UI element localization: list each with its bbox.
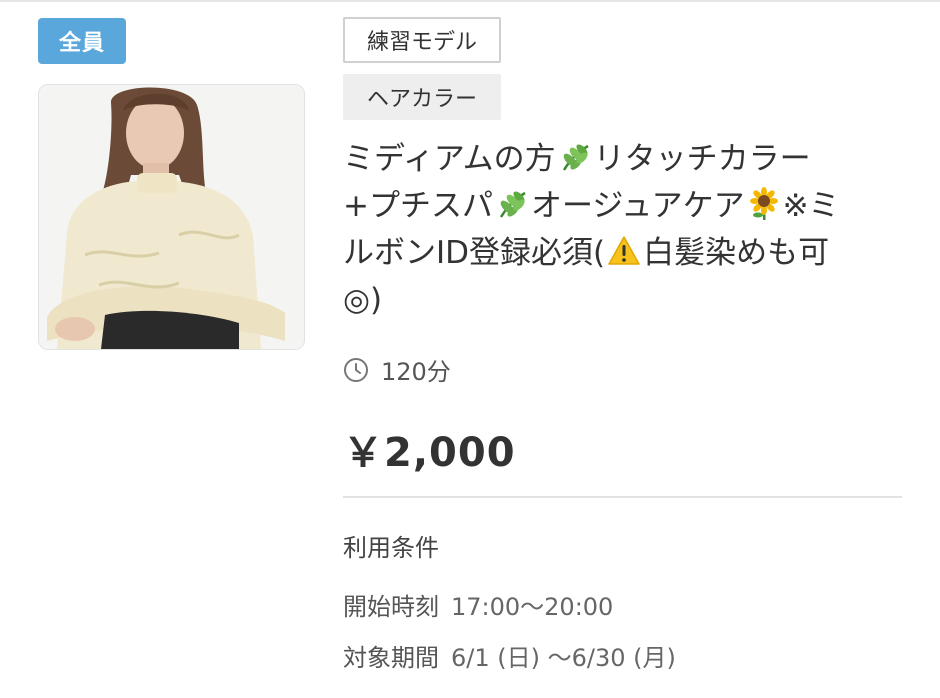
start-time-label: 開始時刻 [343,593,439,621]
title-text: ミディアムの方 [343,141,556,177]
title-line-1: ミディアムの方 リタッチカラー [343,136,903,183]
target-badge: 全員 [38,18,126,64]
period-value: 6/1 (日) 〜6/30 (月) [451,644,676,672]
warning-emoji-icon [608,236,640,265]
title-line-3: ルボンID登録必須( 白髪染めも可 [343,230,903,277]
herb-emoji-icon [562,144,589,171]
model-photo[interactable] [38,84,305,350]
title-text: +プチスパ [343,188,493,224]
start-time-row: 開始時刻 17:00〜20:00 [343,587,613,622]
top-divider [0,0,940,2]
coupon-card: 全員 練習モデル ヘアカラー ミディアムの方リタッチカラー +プチスパ オージュ… [0,0,940,698]
price: ￥2,000 [343,430,516,476]
clock-icon [344,357,368,382]
tag-practice-model[interactable]: 練習モデル [343,17,502,63]
duration: 120分 [343,352,451,387]
title-line-2: +プチスパ オージュアケア ※ミ [343,183,903,230]
duration-text: 120分 [381,358,451,386]
coupon-title[interactable]: ミディアムの方 リタッチカラー +プチスパ オージュアケア ※ミ ルボンID登録必須(… [343,136,903,324]
period-row: 対象期間 6/1 (日) 〜6/30 (月) [343,638,676,673]
period-label: 対象期間 [343,644,439,672]
title-text: リタッチカラー [593,141,811,177]
start-time-value: 17:00〜20:00 [451,593,614,621]
herb-emoji-icon [499,191,526,218]
sunflower-emoji-icon [749,187,778,220]
tag-hair-color[interactable]: ヘアカラー [343,74,502,120]
title-text: ルボンID登録必須( [343,235,606,271]
title-text: 白髪染めも可 [643,235,830,271]
title-line-4: ◎) [343,282,383,318]
section-divider [343,496,902,498]
conditions-heading: 利用条件 [343,534,439,562]
title-text: オージュアケア [530,188,745,224]
title-text: ※ミ [782,188,840,224]
